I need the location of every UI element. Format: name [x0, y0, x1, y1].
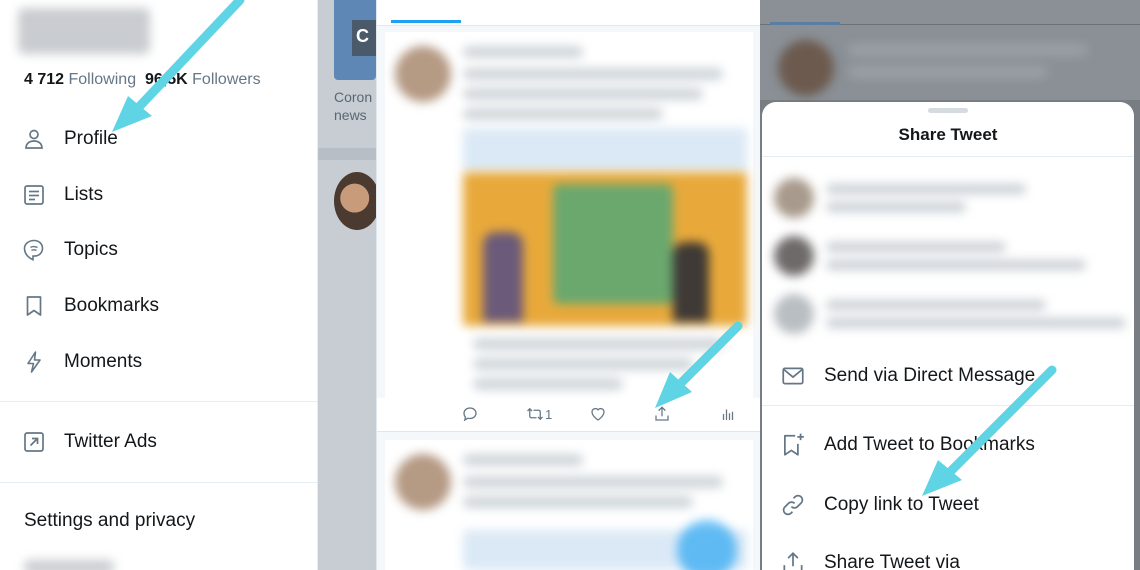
- avatar: [334, 172, 376, 230]
- followers-link[interactable]: 96,5K Followers: [145, 71, 261, 88]
- help-center-link-cut-off[interactable]: [24, 560, 114, 570]
- reply-button[interactable]: [461, 404, 479, 424]
- retweet-count: 1: [545, 406, 553, 422]
- sheet-title: Share Tweet: [898, 125, 998, 144]
- drawer-item-lists[interactable]: Lists: [0, 173, 317, 217]
- settings-and-privacy-link[interactable]: Settings and privacy: [24, 510, 195, 532]
- bookmark-add-icon: [784, 433, 804, 456]
- mail-icon: [782, 367, 804, 385]
- share-tweet-via-option[interactable]: Share Tweet via: [762, 542, 1134, 570]
- dimmed-background-feed: C Coron news: [318, 0, 376, 570]
- drawer-item-profile[interactable]: Profile: [0, 117, 317, 161]
- tweet-action-bar: 1: [377, 398, 760, 432]
- drawer-divider: [0, 482, 317, 483]
- share-sheet-screen: Share Tweet Send via Direct Message Add …: [760, 0, 1140, 570]
- person-icon: [25, 129, 43, 149]
- sheet-drag-handle[interactable]: [928, 108, 968, 113]
- like-button[interactable]: [589, 404, 607, 424]
- dimmed-feed: [760, 0, 1140, 100]
- follow-stats: 4 712 Following 96,5K Followers: [24, 71, 261, 89]
- feed-separator: [318, 148, 376, 160]
- drawer-item-moments[interactable]: Moments: [0, 340, 317, 384]
- drawer-item-topics[interactable]: Topics: [0, 228, 317, 272]
- profile-tabs-cut-off: [377, 0, 760, 26]
- drawer-item-label: Bookmarks: [64, 295, 160, 316]
- sheet-divider: [762, 405, 1134, 406]
- bookmark-icon: [26, 296, 42, 316]
- retweet-icon: [527, 407, 543, 421]
- option-label: Add Tweet to Bookmarks: [824, 434, 1035, 455]
- list-icon: [24, 185, 44, 205]
- conversation-row[interactable]: [774, 172, 1130, 226]
- avatar: [395, 46, 451, 102]
- external-arrow-icon: [24, 432, 44, 452]
- option-label: Copy link to Tweet: [824, 494, 979, 515]
- drawer-item-twitter-ads[interactable]: Twitter Ads: [0, 420, 317, 464]
- share-tweet-sheet: Share Tweet Send via Direct Message Add …: [762, 102, 1134, 570]
- drawer-item-label: Profile: [64, 128, 118, 149]
- tweet-timeline: 1: [376, 0, 760, 570]
- quoted-tweet-blurred: [463, 128, 747, 172]
- share-tweet-button[interactable]: [653, 404, 671, 424]
- link-icon: [782, 494, 804, 516]
- topic-icon: [23, 239, 44, 261]
- lightning-icon: [27, 351, 41, 373]
- add-tweet-to-bookmarks-option[interactable]: Add Tweet to Bookmarks: [762, 424, 1134, 464]
- drawer-item-bookmarks[interactable]: Bookmarks: [0, 284, 317, 328]
- copy-link-to-tweet-option[interactable]: Copy link to Tweet: [762, 484, 1134, 524]
- drawer-item-label: Twitter Ads: [64, 431, 157, 452]
- option-label: Send via Direct Message: [824, 365, 1036, 386]
- analytics-button[interactable]: [719, 404, 737, 424]
- tweet-card[interactable]: [385, 32, 753, 430]
- option-label: Share Tweet via: [824, 552, 960, 570]
- send-via-direct-message-option[interactable]: Send via Direct Message: [762, 355, 1134, 395]
- navigation-drawer: 4 712 Following 96,5K Followers Profile …: [0, 0, 318, 570]
- conversation-row[interactable]: [774, 230, 1130, 284]
- drawer-item-label: Moments: [64, 351, 143, 372]
- tweet-image-blurred[interactable]: [463, 172, 747, 326]
- active-tab-indicator: [391, 20, 461, 23]
- conversation-row[interactable]: [774, 288, 1130, 342]
- drawer-divider: [0, 401, 317, 402]
- news-card-caption: Coron news: [334, 89, 373, 123]
- account-name-blurred: [18, 8, 150, 54]
- retweet-button[interactable]: 1: [525, 404, 552, 424]
- avatar: [778, 40, 834, 96]
- drawer-item-label: Lists: [64, 184, 104, 205]
- heart-icon: [591, 407, 605, 421]
- news-card-thumbnail: C: [334, 0, 376, 80]
- reply-icon: [463, 407, 477, 422]
- analytics-icon: [722, 409, 734, 420]
- share-icon: [783, 552, 803, 570]
- following-link[interactable]: 4 712 Following: [24, 71, 136, 88]
- sheet-divider: [762, 156, 1134, 157]
- card-letter: C: [352, 20, 376, 56]
- share-icon: [655, 406, 669, 421]
- avatar: [395, 454, 451, 510]
- drawer-item-label: Topics: [64, 239, 118, 260]
